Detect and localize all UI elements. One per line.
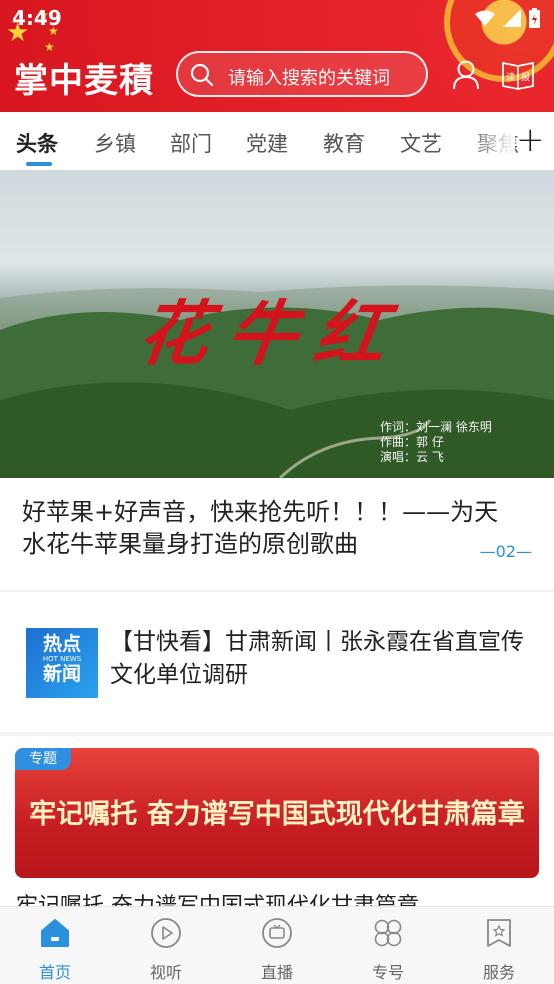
flag-star-icon: ★ xyxy=(44,40,55,54)
play-icon xyxy=(151,918,181,948)
credit-lyrics: 作词：刘一澜 徐东明 xyxy=(380,420,492,434)
tab-party[interactable]: 党建 xyxy=(246,128,288,158)
hero-image[interactable]: 花牛红 作词：刘一澜 徐东明 作曲：郭 仔 演唱：云 飞 xyxy=(0,170,554,478)
tab-departments[interactable]: 部门 xyxy=(170,128,212,158)
user-icon[interactable] xyxy=(452,60,480,90)
topic-banner-text: 牢记嘱托 奋力谱写中国式现代化甘肃篇章 xyxy=(29,799,525,830)
nav-home[interactable]: 首页 xyxy=(15,917,95,983)
add-channel-icon[interactable]: + xyxy=(516,120,545,160)
nav-live[interactable]: 直播 xyxy=(237,917,317,983)
topic-tag: 专题 xyxy=(15,748,71,770)
active-tab-indicator xyxy=(26,162,52,166)
topic-banner: 专题 牢记嘱托 奋力谱写中国式现代化甘肃篇章 xyxy=(15,748,539,878)
tab-education[interactable]: 教育 xyxy=(323,128,365,158)
signal-icon xyxy=(503,9,521,27)
nav-live-label: 直播 xyxy=(260,963,293,982)
hero-credits: 作词：刘一澜 徐东明 作曲：郭 仔 演唱：云 飞 xyxy=(380,420,492,465)
tab-towns[interactable]: 乡镇 xyxy=(94,128,136,158)
news-title: 【甘快看】甘肃新闻丨张永霞在省直宣传文化单位调研 xyxy=(110,629,524,688)
search-placeholder: 请输入搜索的关键词 xyxy=(228,68,390,89)
nav-home-label: 首页 xyxy=(38,963,71,982)
thumb-line3: 新闻 xyxy=(42,663,81,685)
tab-fade xyxy=(465,112,515,170)
nav-video-label: 视听 xyxy=(149,963,182,982)
app-header: ★ ★ ★ ★ 4:49 掌中麦積 请输入搜索的关键词 读 报 xyxy=(0,0,554,112)
hero-image-title: 花牛红 xyxy=(133,292,410,375)
bookmark-icon xyxy=(487,919,511,947)
nav-channels-label: 专号 xyxy=(371,963,404,982)
search-icon xyxy=(190,63,214,87)
battery-icon xyxy=(529,8,540,28)
topic-card[interactable]: 专题 牢记嘱托 奋力谱写中国式现代化甘肃篇章 牢记嘱托 奋力谱写中国式现代化甘肃… xyxy=(0,736,554,919)
newspaper-icon[interactable]: 读 报 xyxy=(502,60,534,90)
wifi-icon xyxy=(475,10,495,26)
thumb-line1: 热点 xyxy=(42,633,81,655)
svg-text:报: 报 xyxy=(521,71,530,83)
home-icon xyxy=(41,919,69,947)
search-input[interactable]: 请输入搜索的关键词 xyxy=(176,51,428,97)
news-item[interactable]: 热点 HOT NEWS 新闻 【甘快看】甘肃新闻丨张永霞在省直宣传文化单位调研 xyxy=(0,592,554,732)
grid-icon xyxy=(374,919,402,947)
tab-headlines[interactable]: 头条 xyxy=(16,128,58,158)
nav-services[interactable]: 服务 xyxy=(459,917,539,983)
status-time: 4:49 xyxy=(12,6,62,30)
status-bar: 4:49 xyxy=(0,0,554,36)
channel-tabs: 头条 乡镇 部门 党建 教育 文艺 聚焦 + xyxy=(0,112,554,170)
hero-headline-card[interactable]: 好苹果+好声音，快来抢先听！！！——为天水花牛苹果量身打造的原创歌曲 —02— xyxy=(0,478,554,590)
news-thumbnail: 热点 HOT NEWS 新闻 xyxy=(26,628,98,698)
tab-arts[interactable]: 文艺 xyxy=(400,128,442,158)
nav-services-label: 服务 xyxy=(482,963,515,982)
nav-video[interactable]: 视听 xyxy=(126,917,206,983)
status-icons xyxy=(475,8,540,28)
nav-channels[interactable]: 专号 xyxy=(348,917,428,983)
bottom-navigation: 首页 视听 直播 专号 服务 xyxy=(0,906,554,984)
tv-icon xyxy=(262,918,292,948)
svg-text:读: 读 xyxy=(506,71,515,83)
app-title: 掌中麦積 xyxy=(14,61,154,101)
credit-singer: 演唱：云 飞 xyxy=(380,450,444,464)
credit-composer: 作曲：郭 仔 xyxy=(380,435,444,449)
carousel-pager: —02— xyxy=(427,542,532,561)
